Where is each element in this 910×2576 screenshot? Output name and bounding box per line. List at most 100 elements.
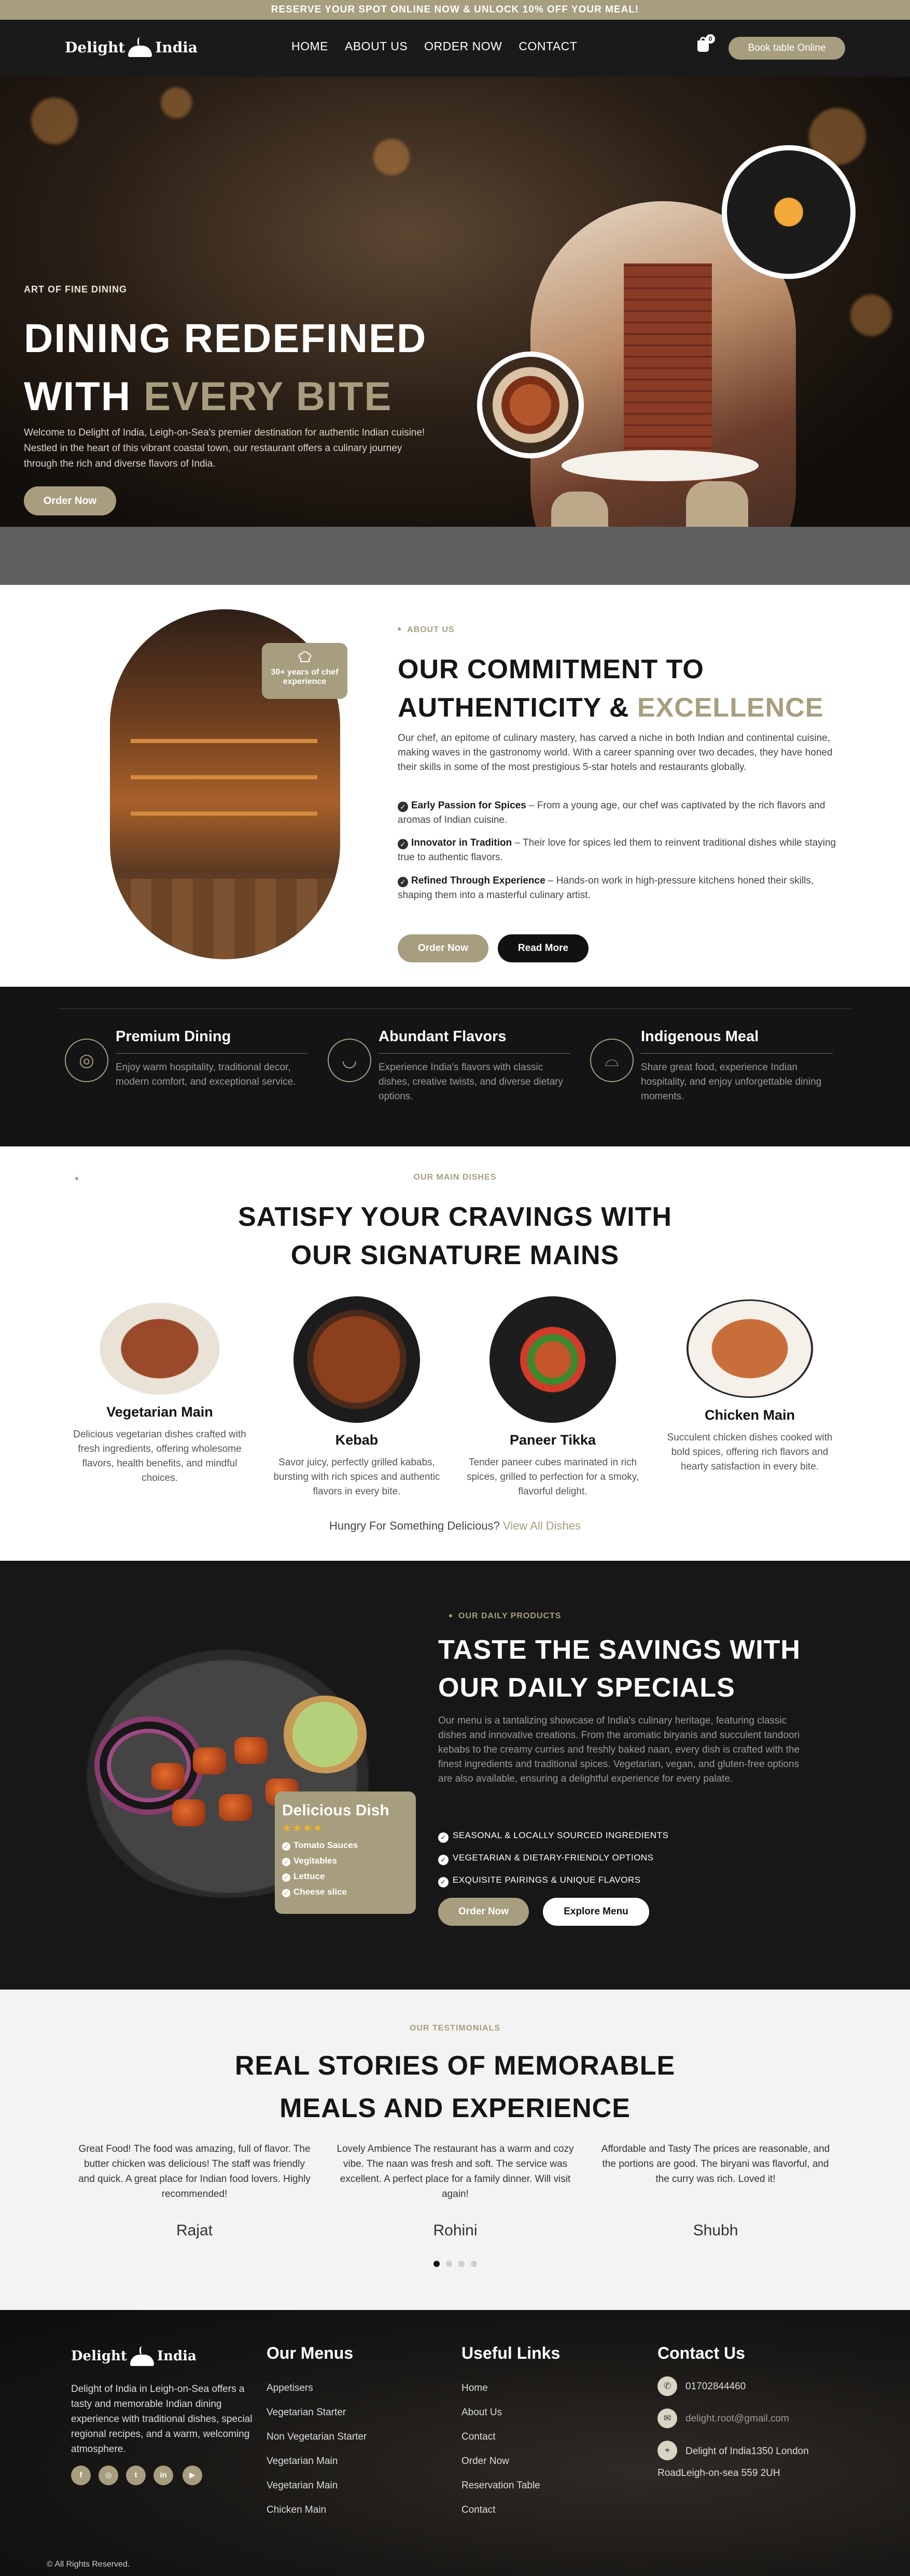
testimonial-text: Great Food! The food was amazing, full o… bbox=[78, 2144, 311, 2200]
footer-menus-title: Our Menus bbox=[267, 2344, 354, 2362]
eyebrow-dot bbox=[398, 627, 401, 631]
footer-about-text: Delight of India in Leigh-on-Sea offers … bbox=[71, 2384, 253, 2455]
logo-cloche-icon bbox=[128, 37, 152, 57]
hero-title: DINING REDEFINED WITH EVERY BITE bbox=[24, 309, 427, 425]
logo[interactable]: Delight India bbox=[65, 37, 198, 57]
dish-card-vegetarian-main[interactable]: Vegetarian Main Delicious vegetarian dis… bbox=[66, 1296, 253, 1486]
dish-card-chicken-main[interactable]: Chicken Main Succulent chicken dishes co… bbox=[656, 1296, 843, 1474]
kebab-image bbox=[293, 1296, 420, 1423]
specials-check-1: ✓ SEASONAL & LOCALLY SOURCED INGREDIENTS bbox=[438, 1830, 668, 1843]
footer-useful-link[interactable]: Home bbox=[461, 2383, 488, 2394]
dish-name: Kebab bbox=[335, 1432, 379, 1448]
check-icon: ✓ bbox=[398, 839, 408, 849]
dining-plate-icon: ◎ bbox=[65, 1039, 108, 1082]
testimonial-text: Affordable and Tasty The prices are reas… bbox=[601, 2144, 830, 2185]
carousel-dot[interactable] bbox=[458, 2261, 465, 2267]
footer-useful-link[interactable]: Order Now bbox=[461, 2456, 509, 2467]
footer-useful-link[interactable]: Contact bbox=[461, 2431, 495, 2443]
bowl-icon: ◡ bbox=[328, 1039, 371, 1082]
hero-title-accent: EVERY BITE bbox=[143, 373, 393, 419]
specials-description: Our menu is a tantalizing showcase of In… bbox=[438, 1715, 800, 1784]
logo-text-right: India bbox=[155, 38, 198, 56]
mains-title-line2: OUR SIGNATURE MAINS bbox=[290, 1240, 620, 1270]
explore-menu-button[interactable]: Explore Menu bbox=[543, 1898, 649, 1926]
about-title: OUR COMMITMENT TO AUTHENTICITY & EXCELLE… bbox=[398, 650, 823, 727]
hero-title-line2: WITH bbox=[24, 373, 144, 419]
dish-name: Chicken Main bbox=[704, 1407, 795, 1423]
hero-dish-image bbox=[477, 352, 584, 458]
logo-text-left: Delight bbox=[71, 2348, 127, 2364]
about-point-1: ✓ Early Passion for Spices – From a young… bbox=[398, 800, 825, 825]
ingredient-item: ✓ Cheese slice bbox=[282, 1884, 409, 1900]
carousel-dot[interactable] bbox=[446, 2261, 452, 2267]
dish-card-paneer-tikka[interactable]: Paneer Tikka Tender paneer cubes marinat… bbox=[459, 1296, 646, 1499]
check-icon: ✓ bbox=[398, 802, 408, 812]
specials-check-3: ✓ EXQUISITE PAIRINGS & UNIQUE FLAVORS bbox=[438, 1875, 641, 1887]
carousel-dot[interactable] bbox=[471, 2261, 477, 2267]
dish-description: Tender paneer cubes marinated in rich sp… bbox=[466, 1457, 639, 1497]
about-eyebrow: ABOUT US bbox=[407, 625, 455, 634]
nav-contact[interactable]: CONTACT bbox=[519, 39, 577, 53]
specials-title-line2: OUR DAILY SPECIALS bbox=[438, 1673, 735, 1703]
check-icon: ✓ bbox=[282, 1873, 290, 1882]
footer-menu-link[interactable]: Vegetarian Starter bbox=[267, 2407, 346, 2418]
instagram-icon[interactable]: ◎ bbox=[99, 2466, 118, 2485]
footer-useful-link[interactable]: About Us bbox=[461, 2407, 502, 2418]
footer-address-line2: RoadLeigh-on-sea 559 2UH bbox=[657, 2468, 780, 2479]
dish-name: Paneer Tikka bbox=[509, 1432, 596, 1448]
nav-home[interactable]: HOME bbox=[291, 39, 328, 53]
footer-menu-link[interactable]: Chicken Main bbox=[267, 2504, 326, 2516]
check-icon: ✓ bbox=[282, 1858, 290, 1866]
hero-description: Welcome to Delight of India, Leigh-on-Se… bbox=[24, 427, 425, 469]
footer-address-line1: Delight of India1350 London bbox=[685, 2446, 809, 2457]
read-more-button[interactable]: Read More bbox=[498, 934, 589, 962]
hero-order-now-button[interactable]: Order Now bbox=[24, 486, 116, 515]
specials-title-line1: TASTE THE SAVINGS WITH bbox=[438, 1635, 801, 1665]
logo-cloche-icon bbox=[130, 2346, 154, 2366]
carousel-dots bbox=[433, 2261, 477, 2267]
check-icon: ✓ bbox=[282, 1842, 290, 1851]
about-description: Our chef, an epitome of culinary mastery… bbox=[398, 733, 833, 773]
footer-menu-link[interactable]: Appetisers bbox=[267, 2383, 313, 2394]
rating-stars: ★★★★ bbox=[282, 1823, 324, 1834]
nav-order-now[interactable]: ORDER NOW bbox=[424, 39, 502, 53]
footer-menu-link[interactable]: Vegetarian Main bbox=[267, 2480, 338, 2491]
footer-email[interactable]: delight.root@gmail.com bbox=[685, 2413, 789, 2425]
carousel-dot[interactable] bbox=[433, 2261, 440, 2267]
about-point-2: ✓ Innovator in Tradition – Their love for… bbox=[398, 837, 836, 863]
features-band: ◎ Premium Dining Enjoy warm hospitality,… bbox=[0, 987, 910, 1146]
testimonials-section: OUR TESTIMONIALS REAL STORIES OF MEMORAB… bbox=[0, 1990, 910, 2310]
specials-order-now-button[interactable]: Order Now bbox=[438, 1898, 529, 1926]
footer-menu-link[interactable]: Non Vegetarian Starter bbox=[267, 2431, 367, 2443]
check-icon: ✓ bbox=[438, 1877, 449, 1887]
logo-text-right: India bbox=[157, 2348, 197, 2364]
shopping-bag-icon[interactable]: 0 bbox=[696, 34, 715, 52]
youtube-icon[interactable]: ▶ bbox=[183, 2466, 202, 2485]
phone-icon: ✆ bbox=[657, 2376, 677, 2396]
dish-card-kebab[interactable]: Kebab Savor juicy, perfectly grilled kab… bbox=[263, 1296, 450, 1499]
mains-title-line1: SATISFY YOUR CRAVINGS WITH bbox=[238, 1202, 672, 1232]
dish-card-title: Delicious Dish bbox=[282, 1802, 389, 1819]
dish-description: Savor juicy, perfectly grilled kababs, b… bbox=[273, 1457, 440, 1497]
dish-description: Succulent chicken dishes cooked with bol… bbox=[667, 1432, 833, 1472]
linkedin-icon[interactable]: in bbox=[153, 2466, 173, 2485]
about-order-now-button[interactable]: Order Now bbox=[398, 934, 488, 962]
testimonial-author: Rajat bbox=[176, 2222, 213, 2239]
delicious-dish-card: Delicious Dish ★★★★ ✓ Tomato Sauces ✓ Vegi… bbox=[275, 1791, 416, 1914]
twitter-icon[interactable]: t bbox=[126, 2466, 146, 2485]
feature-title: Abundant Flavors bbox=[379, 1028, 507, 1045]
footer-contact-title: Contact Us bbox=[657, 2344, 745, 2362]
dish-name: Vegetarian Main bbox=[106, 1404, 213, 1420]
feature-title: Premium Dining bbox=[116, 1028, 231, 1045]
footer-logo[interactable]: Delight India bbox=[71, 2346, 197, 2366]
view-all-dishes-link[interactable]: View All Dishes bbox=[503, 1519, 581, 1532]
chicken-main-image bbox=[687, 1299, 813, 1398]
footer-menu-link[interactable]: Vegetarian Main bbox=[267, 2456, 338, 2467]
footer-useful-link[interactable]: Contact bbox=[461, 2504, 495, 2516]
nav-about-us[interactable]: ABOUT US bbox=[345, 39, 408, 53]
footer-useful-link[interactable]: Reservation Table bbox=[461, 2480, 540, 2491]
book-table-button[interactable]: Book table Online bbox=[729, 37, 845, 60]
footer-phone[interactable]: 01702844460 bbox=[685, 2381, 746, 2392]
facebook-icon[interactable]: f bbox=[71, 2466, 91, 2485]
feature-text: Experience India's flavors with classic … bbox=[379, 1062, 563, 1102]
